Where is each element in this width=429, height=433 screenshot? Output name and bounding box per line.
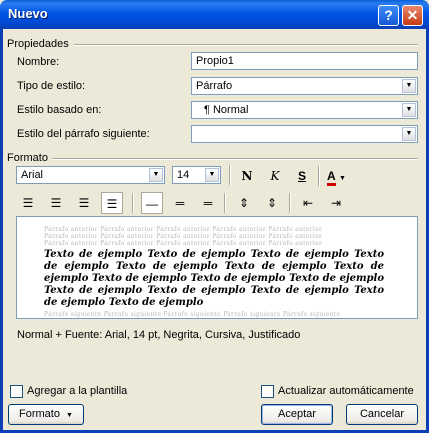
- align-center-button[interactable]: ☰: [45, 192, 67, 214]
- space-after-button[interactable]: ⇕: [261, 192, 283, 214]
- based-on-label: Estilo basado en:: [17, 104, 102, 116]
- style-description: Normal + Fuente: Arial, 14 pt, Negrita, …: [17, 329, 301, 341]
- align-right-icon: ☰: [78, 196, 90, 210]
- format-group-label: Formato: [7, 152, 48, 164]
- based-on-select[interactable]: ¶ Normal ▼: [191, 101, 418, 119]
- increase-indent-icon: ⇥: [330, 196, 342, 210]
- space-before-icon: ⇕: [238, 196, 250, 210]
- format-button-label: Formato: [19, 408, 60, 420]
- add-to-template-label[interactable]: Agregar a la plantilla: [27, 385, 127, 397]
- align-right-button[interactable]: ☰: [73, 192, 95, 214]
- align-left-button[interactable]: ☰: [17, 192, 39, 214]
- add-to-template-checkbox[interactable]: [10, 385, 23, 398]
- toolbar-separator: [132, 193, 134, 213]
- justify-button[interactable]: ☰: [101, 192, 123, 214]
- based-on-value: ¶ Normal: [204, 104, 249, 116]
- decrease-indent-icon: ⇤: [302, 196, 314, 210]
- chevron-down-icon: ▼: [66, 412, 73, 419]
- align-left-icon: ☰: [22, 196, 34, 210]
- chevron-down-icon[interactable]: ▼: [402, 103, 416, 117]
- font-value: Arial: [21, 169, 44, 181]
- toolbar-separator: [224, 193, 226, 213]
- increase-indent-button[interactable]: ⇥: [325, 192, 347, 214]
- bold-icon: N: [241, 169, 253, 183]
- preview-sample-text: Texto de ejemplo Texto de ejemplo Texto …: [44, 249, 384, 308]
- name-field[interactable]: Propio1: [191, 52, 418, 70]
- style-type-label: Tipo de estilo:: [17, 80, 86, 92]
- window-title: Nuevo: [8, 6, 48, 21]
- double-spacing-button[interactable]: ═: [197, 192, 219, 214]
- space-after-icon: ⇕: [266, 196, 278, 210]
- preview-previous-paragraph: Párrafo anterior Párrafo anterior Párraf…: [44, 226, 323, 233]
- underline-icon: S: [297, 169, 306, 183]
- justify-icon: ☰: [106, 197, 118, 211]
- toolbar-separator: [289, 193, 291, 213]
- properties-divider: [74, 44, 418, 46]
- name-label: Nombre:: [17, 56, 60, 68]
- paragraph-toolbar: ☰ ☰ ☰ ☰ — ═ ═ ⇕ ⇕ ⇤ ⇥: [17, 192, 357, 214]
- font-size-value: 14: [177, 169, 190, 181]
- chevron-down-icon[interactable]: ▼: [149, 168, 163, 182]
- align-center-icon: ☰: [50, 196, 62, 210]
- space-before-button[interactable]: ⇕: [233, 192, 255, 214]
- preview-previous-paragraph: Párrafo anterior Párrafo anterior Párraf…: [44, 233, 323, 240]
- font-size-select[interactable]: 14 ▼: [172, 166, 221, 184]
- style-preview: Párrafo anterior Párrafo anterior Párraf…: [16, 216, 418, 319]
- style-type-value: Párrafo: [196, 80, 233, 92]
- chevron-down-icon[interactable]: ▼: [402, 79, 416, 93]
- auto-update-label[interactable]: Actualizar automáticamente: [278, 385, 414, 397]
- format-divider: [52, 158, 418, 160]
- preview-previous-paragraph: Párrafo anterior Párrafo anterior Párraf…: [44, 240, 323, 247]
- font-select[interactable]: Arial ▼: [16, 166, 165, 184]
- chevron-down-icon: ▼: [339, 175, 346, 182]
- decrease-indent-button[interactable]: ⇤: [297, 192, 319, 214]
- chevron-down-icon[interactable]: ▼: [205, 168, 219, 182]
- help-button[interactable]: ?: [378, 5, 399, 26]
- toolbar-separator: [318, 166, 320, 186]
- font-color-icon: A: [327, 169, 336, 186]
- cancel-button[interactable]: Cancelar: [346, 404, 418, 425]
- style-type-select[interactable]: Párrafo ▼: [191, 77, 418, 95]
- accept-button[interactable]: Aceptar: [261, 404, 333, 425]
- bold-button[interactable]: N: [236, 165, 258, 187]
- auto-update-checkbox[interactable]: [261, 385, 274, 398]
- font-color-button[interactable]: A ▼: [324, 165, 354, 187]
- chevron-down-icon[interactable]: ▼: [402, 127, 416, 141]
- underline-button[interactable]: S: [291, 165, 313, 187]
- single-spacing-icon: —: [146, 197, 158, 211]
- preview-next-paragraph: Párrafo siguiente Párrafo siguiente Párr…: [44, 318, 417, 319]
- close-icon: ✕: [406, 7, 419, 23]
- one-half-spacing-icon: ═: [175, 196, 185, 210]
- preview-next-paragraph: Párrafo siguiente Párrafo siguiente Párr…: [44, 311, 341, 318]
- title-bar: Nuevo ? ✕: [0, 0, 429, 29]
- italic-button[interactable]: K: [264, 165, 286, 187]
- next-style-select[interactable]: ▼: [191, 125, 418, 143]
- double-spacing-icon: ═: [203, 196, 213, 210]
- font-style-toolbar: N K S A ▼: [236, 165, 356, 187]
- format-menu-button[interactable]: Formato ▼: [8, 404, 84, 425]
- italic-icon: K: [270, 169, 280, 183]
- close-button[interactable]: ✕: [402, 5, 423, 26]
- toolbar-separator: [229, 165, 231, 185]
- one-half-spacing-button[interactable]: ═: [169, 192, 191, 214]
- help-icon: ?: [384, 7, 393, 23]
- single-spacing-button[interactable]: —: [141, 192, 163, 214]
- next-style-label: Estilo del párrafo siguiente:: [17, 128, 150, 140]
- properties-group-label: Propiedades: [7, 38, 69, 50]
